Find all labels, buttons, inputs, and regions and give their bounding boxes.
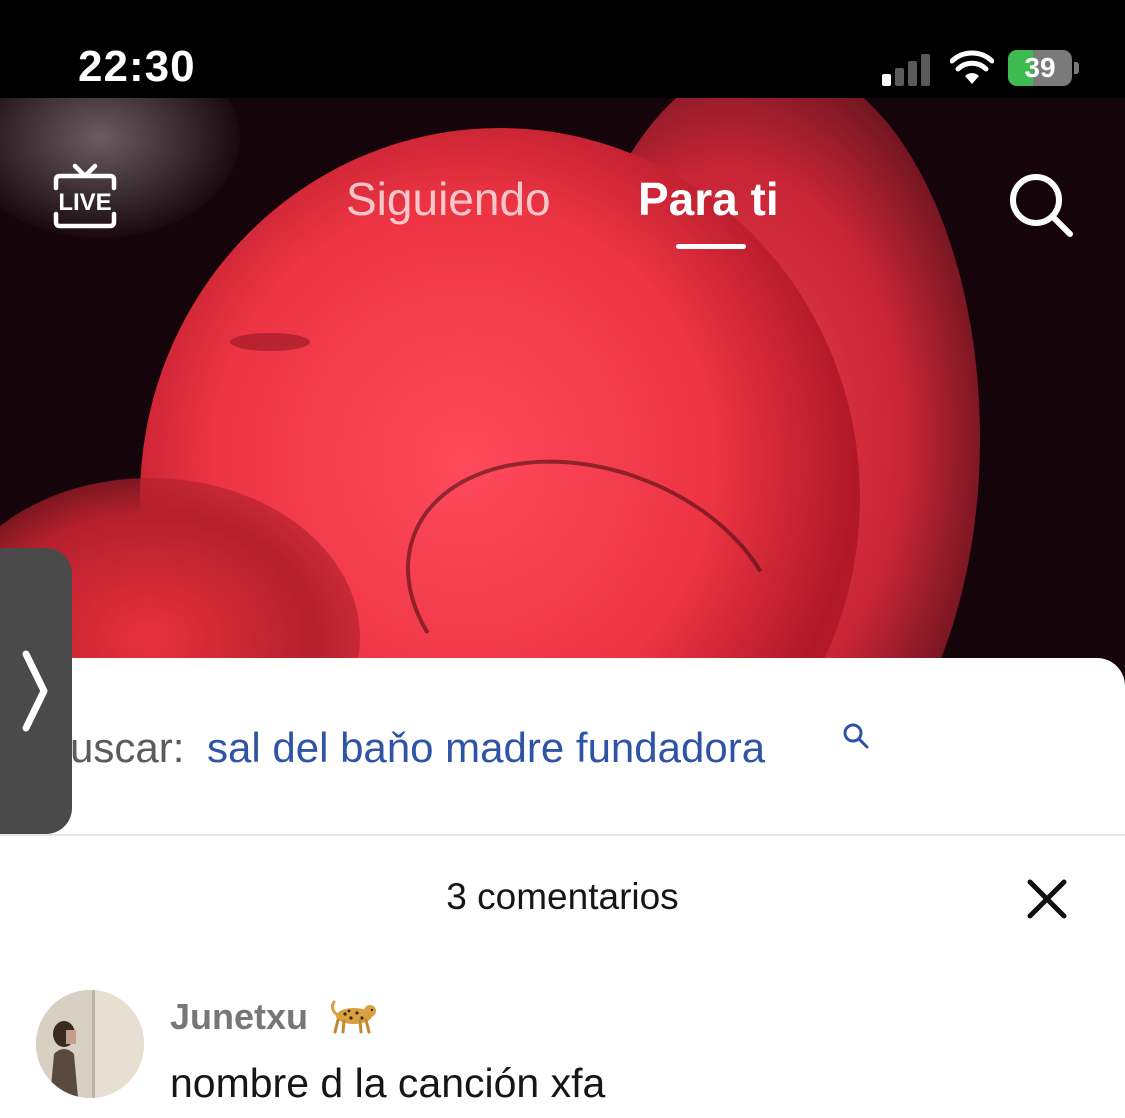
wifi-icon [950, 50, 994, 84]
comment-username[interactable]: Junetxu [170, 996, 308, 1038]
comments-sheet: 3 comentarios Junetxu nombre d la canció… [0, 834, 1125, 1118]
status-time: 22:30 [78, 42, 196, 91]
search-suggestion-bar[interactable]: uscar: sal del baňo madre fundadora [0, 658, 1125, 836]
feed-tabs: Siguiendo Para ti [0, 168, 1125, 258]
comments-count-title: 3 comentarios [446, 876, 679, 917]
side-panel-handle[interactable] [0, 548, 72, 834]
cellular-signal-icon [882, 52, 934, 86]
search-small-icon [843, 723, 869, 749]
battery-percentage: 39 [1024, 52, 1056, 83]
chevron-right-icon [22, 650, 48, 732]
avatar[interactable] [36, 990, 144, 1098]
tab-siguiendo[interactable]: Siguiendo [346, 172, 551, 226]
active-tab-indicator [676, 244, 746, 249]
status-bar: 22:30 39 [0, 0, 1125, 98]
battery-indicator: 39 [1008, 50, 1079, 86]
comment-text: nombre d la canción xfa [170, 1060, 606, 1106]
tab-para-ti[interactable]: Para ti [638, 172, 779, 226]
search-query-link[interactable]: sal del baňo madre fundadora [207, 724, 765, 772]
leopard-icon [330, 1000, 376, 1034]
close-icon[interactable] [1022, 874, 1072, 924]
search-prefix-label: uscar: [70, 724, 185, 771]
search-icon[interactable] [1004, 168, 1076, 240]
